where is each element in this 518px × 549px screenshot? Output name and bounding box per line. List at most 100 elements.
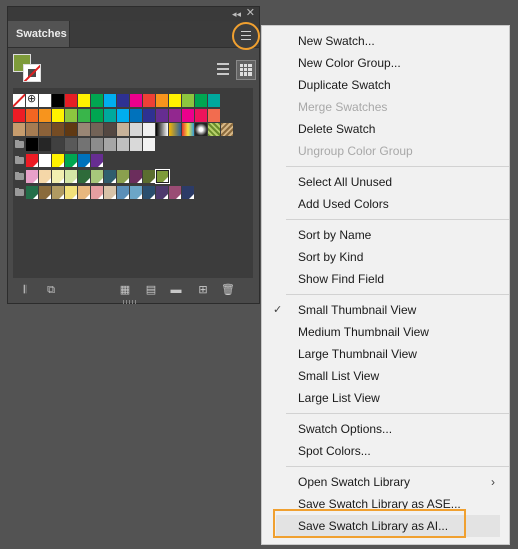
color-swatch[interactable] [26,123,39,136]
color-swatch[interactable] [13,109,26,122]
swatch-options-icon[interactable]: ▤ [144,284,158,297]
color-swatch[interactable] [65,109,78,122]
color-swatch[interactable] [169,94,182,107]
menu-item-large-thumbnail-view[interactable]: Large Thumbnail View [262,343,509,365]
new-color-group-icon[interactable]: ▬ [169,284,183,297]
color-swatch[interactable] [39,94,52,107]
color-swatch[interactable] [130,138,143,151]
color-swatch[interactable] [39,138,52,151]
fill-stroke-indicator[interactable] [13,54,43,84]
color-group-folder-icon[interactable] [13,186,26,199]
resize-grip[interactable] [123,300,137,304]
color-swatch[interactable] [143,170,156,183]
color-swatch[interactable] [143,94,156,107]
color-swatch[interactable] [117,170,130,183]
color-swatch[interactable] [104,123,117,136]
menu-item-new-color-group[interactable]: New Color Group... [262,52,509,74]
menu-item-add-used-colors[interactable]: Add Used Colors [262,193,509,215]
menu-item-small-thumbnail-view[interactable]: ✓ Small Thumbnail View [262,299,509,321]
color-swatch[interactable] [65,138,78,151]
menu-item-small-list-view[interactable]: Small List View [262,365,509,387]
menu-item-duplicate-swatch[interactable]: Duplicate Swatch [262,74,509,96]
menu-item-open-swatch-library[interactable]: Open Swatch Library › [262,471,509,493]
collapse-panel-icon[interactable]: ◂◂ [232,8,241,20]
color-swatch[interactable] [65,186,78,199]
color-swatch[interactable] [52,123,65,136]
gradient-pattern-swatch[interactable] [182,123,195,136]
color-swatch[interactable] [182,94,195,107]
color-swatch[interactable] [26,154,39,167]
color-swatch[interactable] [91,138,104,151]
color-swatch[interactable] [91,94,104,107]
color-swatch[interactable] [78,138,91,151]
color-swatch[interactable] [104,170,117,183]
color-swatch[interactable] [208,94,221,107]
menu-item-large-list-view[interactable]: Large List View [262,387,509,409]
menu-item-sort-by-name[interactable]: Sort by Name [262,224,509,246]
panel-menu-button[interactable] [232,22,260,50]
color-swatch[interactable] [143,109,156,122]
color-swatch[interactable] [52,186,65,199]
color-swatch[interactable] [52,94,65,107]
color-swatch[interactable] [26,109,39,122]
thumbnail-view-button[interactable] [236,60,256,80]
color-swatch[interactable] [26,170,39,183]
color-swatch[interactable] [155,169,170,184]
color-swatch[interactable] [39,170,52,183]
delete-swatch-icon[interactable]: 🗑 [221,284,235,297]
menu-item-new-swatch[interactable]: New Swatch... [262,30,509,52]
place-swatches-icon[interactable]: ⧉ [44,284,58,297]
color-swatch[interactable] [65,94,78,107]
tab-swatches[interactable]: Swatches [8,21,70,47]
stroke-swatch[interactable] [23,64,41,82]
color-swatch[interactable] [169,186,182,199]
color-swatch[interactable] [104,186,117,199]
color-swatch[interactable] [91,154,104,167]
menu-item-show-find-field[interactable]: Show Find Field [262,268,509,290]
gradient-pattern-swatch[interactable] [169,123,182,136]
color-swatch[interactable] [130,170,143,183]
color-swatch[interactable] [104,109,117,122]
menu-item-medium-thumbnail-view[interactable]: Medium Thumbnail View [262,321,509,343]
color-swatch[interactable] [39,186,52,199]
color-swatch[interactable] [130,123,143,136]
color-swatch[interactable] [117,186,130,199]
color-group-folder-icon[interactable] [13,154,26,167]
color-swatch[interactable] [78,186,91,199]
color-swatch[interactable] [117,138,130,151]
color-swatch[interactable] [91,170,104,183]
color-swatch[interactable] [91,109,104,122]
color-swatch[interactable] [195,109,208,122]
color-swatch[interactable] [52,138,65,151]
menu-item-select-all-unused[interactable]: Select All Unused [262,171,509,193]
color-swatch[interactable] [156,186,169,199]
color-group-folder-icon[interactable] [13,170,26,183]
none-swatch[interactable] [13,94,26,107]
menu-item-swatch-options[interactable]: Swatch Options... [262,418,509,440]
color-swatch[interactable] [104,94,117,107]
color-swatch[interactable] [39,109,52,122]
panel-title-bar[interactable]: ◂◂ ✕ [8,7,259,21]
color-swatch[interactable] [52,154,65,167]
color-swatch[interactable] [117,109,130,122]
color-swatch[interactable] [130,94,143,107]
color-group-folder-icon[interactable] [13,138,26,151]
gradient-pattern-swatch[interactable] [208,123,221,136]
new-swatch-icon[interactable]: ⊞ [196,284,210,297]
color-swatch[interactable] [195,94,208,107]
color-swatch[interactable] [39,154,52,167]
color-swatch[interactable] [169,109,182,122]
color-swatch[interactable] [78,123,91,136]
color-swatch[interactable] [65,170,78,183]
color-swatch[interactable] [52,109,65,122]
color-swatch[interactable] [156,109,169,122]
color-swatch[interactable] [39,123,52,136]
color-swatch[interactable] [130,186,143,199]
gradient-pattern-swatch[interactable] [195,123,208,136]
color-swatch[interactable] [26,186,39,199]
color-swatch[interactable] [65,123,78,136]
color-swatch[interactable] [182,109,195,122]
color-swatch[interactable] [117,123,130,136]
swatch-libraries-menu-icon[interactable]: 𝄃 [18,284,32,297]
color-swatch[interactable] [91,123,104,136]
